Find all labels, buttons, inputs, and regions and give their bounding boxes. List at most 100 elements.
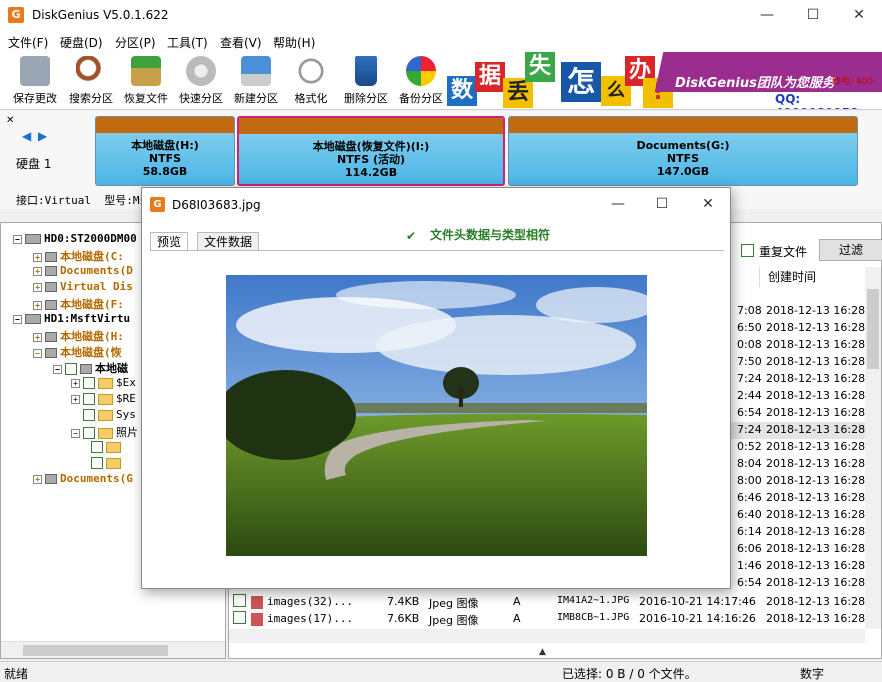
menu-partition[interactable]: 分区(P) xyxy=(115,34,156,51)
checkbox[interactable] xyxy=(83,393,95,405)
tree-item[interactable]: − 本地磁 xyxy=(53,360,128,376)
folder-icon xyxy=(98,427,113,439)
interface-info: 接口:Virtual 型号:Ms xyxy=(16,194,147,207)
recover-files-button[interactable]: 恢复文件 xyxy=(118,56,174,108)
dialog-title: D68I03683.jpg xyxy=(172,198,261,212)
vertical-scrollbar[interactable] xyxy=(865,267,881,629)
new-partition-button[interactable]: 新建分区 xyxy=(228,56,284,108)
tree-item[interactable]: − HD0:ST2000DM00 xyxy=(13,232,137,245)
maximize-icon[interactable]: ☐ xyxy=(790,0,836,30)
status-text: 就绪 xyxy=(4,667,29,681)
column-created-time[interactable]: 创建时间 xyxy=(759,267,859,287)
checkbox[interactable] xyxy=(91,457,103,469)
trash-icon xyxy=(355,56,377,86)
maximize-icon[interactable]: ☐ xyxy=(642,190,682,218)
filter-button[interactable]: 过滤 xyxy=(819,239,882,261)
close-icon[interactable]: ✕ xyxy=(688,190,728,218)
check-icon: ✔ xyxy=(406,229,417,243)
tree-item[interactable]: Sys xyxy=(71,408,136,421)
magnifier-icon xyxy=(76,56,106,86)
partition-g[interactable]: Documents(G:) NTFS 147.0GB xyxy=(508,116,858,186)
save-changes-button[interactable]: 保存更改 xyxy=(7,56,63,108)
partition-h[interactable]: 本地磁盘(H:) NTFS 58.8GB xyxy=(95,116,235,186)
folder-icon xyxy=(98,409,113,421)
format-button[interactable]: 格式化 xyxy=(283,56,339,108)
tree-item[interactable]: + 本地磁盘(H: xyxy=(33,328,124,344)
tree-item[interactable]: − HD1:MsftVirtu xyxy=(13,312,130,325)
tab-file-data[interactable]: 文件数据 xyxy=(197,232,260,250)
checkbox[interactable] xyxy=(83,409,95,421)
next-disk-icon[interactable]: ▶ xyxy=(38,129,47,143)
checkbox[interactable] xyxy=(233,611,246,624)
minimize-icon[interactable]: — xyxy=(744,0,790,30)
app-icon: G xyxy=(150,197,165,212)
tree-item[interactable]: + $RE xyxy=(71,392,136,405)
jpeg-file-icon xyxy=(251,613,263,626)
status-bar: 就绪 已选择: 0 B / 0 个文件。 数字 xyxy=(0,661,882,681)
folder-icon xyxy=(106,457,121,469)
menu-file[interactable]: 文件(F) xyxy=(8,34,48,51)
duplicate-files-checkbox[interactable] xyxy=(741,244,754,257)
collapse-arrow-icon[interactable]: ▲ xyxy=(539,647,546,657)
checkbox[interactable] xyxy=(91,441,103,453)
backup-icon xyxy=(406,56,436,86)
backup-partition-button[interactable]: 备份分区 xyxy=(393,56,449,108)
hard-disk-icon xyxy=(25,234,41,244)
tree-item[interactable]: + Virtual Dis xyxy=(33,280,133,293)
menu-tools[interactable]: 工具(T) xyxy=(167,34,208,51)
delete-partition-button[interactable]: 删除分区 xyxy=(338,56,394,108)
selection-status: 已选择: 0 B / 0 个文件。 xyxy=(562,667,697,681)
checkbox[interactable] xyxy=(83,377,95,389)
partition-icon xyxy=(45,282,57,292)
partition-icon xyxy=(45,252,57,262)
checkbox[interactable] xyxy=(233,594,246,607)
partition-icon xyxy=(45,332,57,342)
app-icon: G xyxy=(8,7,24,23)
partition-icon xyxy=(80,364,92,374)
checkbox[interactable] xyxy=(65,363,77,375)
recover-icon xyxy=(131,56,161,86)
promo-banner[interactable]: 数 据 丢 失 怎 么 办 ! DiskGenius团队为您服务 致电: 400… xyxy=(447,52,882,109)
menu-bar: 文件(F) 硬盘(D) 分区(P) 工具(T) 查看(V) 帮助(H) xyxy=(0,30,882,52)
partition-i-selected[interactable]: 本地磁盘(恢复文件)(I:) NTFS (活动) 114.2GB xyxy=(237,116,505,186)
numlock-indicator: 数字 xyxy=(800,667,825,681)
tree-item[interactable]: + 本地磁盘(C: xyxy=(33,248,124,264)
tree-item[interactable]: − 本地磁盘(恢 xyxy=(33,344,122,360)
folder-icon xyxy=(106,441,121,453)
partition-icon xyxy=(45,474,57,484)
folder-icon xyxy=(98,393,113,405)
close-small-icon[interactable]: ✕ xyxy=(6,115,14,126)
partition-icon xyxy=(45,266,57,276)
horizontal-scrollbar[interactable] xyxy=(1,641,225,658)
close-icon[interactable]: ✕ xyxy=(836,0,882,30)
preview-dialog: G D68I03683.jpg — ☐ ✕ 预览 文件数据 ✔ 文件头数据与类型… xyxy=(141,187,731,589)
image-preview xyxy=(226,275,647,556)
menu-view[interactable]: 查看(V) xyxy=(220,34,262,51)
minimize-icon[interactable]: — xyxy=(598,190,638,218)
new-partition-icon xyxy=(241,56,271,86)
checkbox[interactable] xyxy=(83,427,95,439)
folder-icon xyxy=(98,377,113,389)
tree-item[interactable]: + 本地磁盘(F: xyxy=(33,296,124,312)
quick-partition-button[interactable]: 快速分区 xyxy=(173,56,229,108)
tree-item[interactable]: + Documents(D xyxy=(33,264,133,277)
search-partition-button[interactable]: 搜索分区 xyxy=(63,56,119,108)
prev-disk-icon[interactable]: ◀ xyxy=(22,129,31,143)
match-status: 文件头数据与类型相符 xyxy=(430,228,551,242)
tree-item[interactable] xyxy=(91,440,124,453)
format-icon xyxy=(296,56,326,86)
window-title: DiskGenius V5.0.1.622 xyxy=(32,8,169,22)
tab-preview[interactable]: 预览 xyxy=(150,232,189,250)
menu-help[interactable]: 帮助(H) xyxy=(273,34,315,51)
duplicate-files-label: 重复文件 xyxy=(759,245,808,259)
menu-disk[interactable]: 硬盘(D) xyxy=(60,34,103,51)
table-row[interactable]: images(32)... 7.4KB Jpeg 图像 A IM41A2~1.J… xyxy=(229,594,865,611)
tree-item[interactable]: − 照片 xyxy=(71,424,138,440)
tree-item[interactable]: + Documents(G xyxy=(33,472,133,485)
tree-item[interactable] xyxy=(91,456,124,469)
tree-item[interactable]: + $Ex xyxy=(71,376,136,389)
table-row[interactable]: images(17)... 7.6KB Jpeg 图像 A IMB8CB~1.J… xyxy=(229,611,865,628)
title-bar: G DiskGenius V5.0.1.622 — ☐ ✕ xyxy=(0,0,882,30)
disc-icon xyxy=(186,56,216,86)
horizontal-scrollbar[interactable] xyxy=(229,629,865,643)
